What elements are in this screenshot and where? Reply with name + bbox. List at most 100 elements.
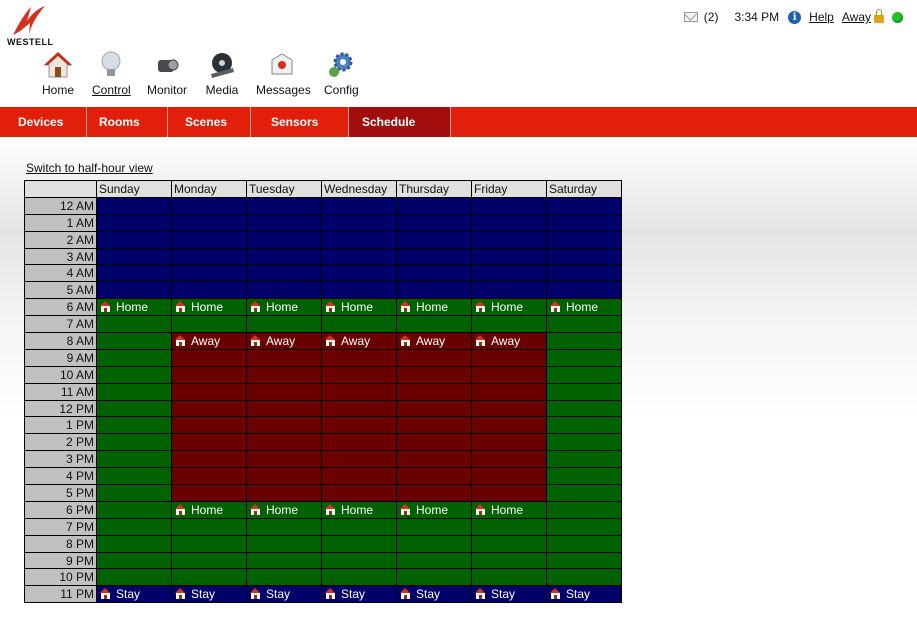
schedule-cell[interactable] bbox=[471, 467, 547, 486]
nav-config[interactable]: Config bbox=[324, 50, 359, 102]
schedule-cell[interactable] bbox=[321, 196, 397, 215]
schedule-cell[interactable] bbox=[471, 315, 547, 334]
schedule-cell[interactable] bbox=[546, 484, 622, 502]
schedule-cell[interactable]: Home bbox=[546, 298, 622, 317]
tab-devices[interactable]: Devices bbox=[0, 107, 87, 137]
tab-sensors[interactable]: Sensors bbox=[251, 107, 349, 137]
schedule-cell[interactable] bbox=[171, 534, 247, 553]
schedule-cell[interactable] bbox=[471, 382, 547, 401]
schedule-cell[interactable] bbox=[546, 213, 622, 232]
nav-home[interactable]: Home bbox=[40, 50, 76, 102]
schedule-cell[interactable] bbox=[471, 517, 547, 536]
schedule-cell[interactable] bbox=[396, 382, 472, 401]
schedule-cell[interactable] bbox=[171, 230, 247, 249]
schedule-cell[interactable] bbox=[396, 213, 472, 232]
nav-monitor[interactable]: Monitor bbox=[146, 50, 188, 102]
schedule-cell[interactable] bbox=[171, 484, 247, 502]
schedule-cell[interactable] bbox=[321, 416, 397, 435]
schedule-cell[interactable] bbox=[321, 382, 397, 401]
schedule-cell[interactable]: Stay bbox=[96, 585, 172, 604]
schedule-cell[interactable] bbox=[471, 568, 547, 587]
schedule-cell[interactable] bbox=[321, 450, 397, 469]
tab-schedule[interactable]: Schedule bbox=[349, 107, 451, 137]
schedule-cell[interactable] bbox=[546, 399, 622, 418]
schedule-cell[interactable] bbox=[396, 551, 472, 570]
tab-scenes[interactable]: Scenes bbox=[168, 107, 251, 137]
schedule-cell[interactable] bbox=[246, 365, 322, 384]
schedule-cell[interactable]: Home bbox=[471, 500, 547, 519]
schedule-cell[interactable] bbox=[321, 348, 397, 367]
schedule-cell[interactable] bbox=[396, 517, 472, 536]
schedule-cell[interactable] bbox=[546, 450, 622, 469]
schedule-cell[interactable] bbox=[96, 484, 172, 502]
schedule-cell[interactable] bbox=[96, 196, 172, 215]
schedule-cell[interactable]: Stay bbox=[246, 585, 322, 604]
help-link[interactable]: Help bbox=[809, 10, 834, 24]
schedule-cell[interactable] bbox=[321, 230, 397, 249]
schedule-cell[interactable] bbox=[171, 365, 247, 384]
westell-logo[interactable]: WESTELL bbox=[7, 5, 53, 47]
schedule-cell[interactable] bbox=[96, 281, 172, 300]
schedule-cell[interactable] bbox=[546, 196, 622, 215]
schedule-cell[interactable] bbox=[246, 517, 322, 536]
schedule-cell[interactable] bbox=[96, 517, 172, 536]
schedule-cell[interactable] bbox=[246, 247, 322, 266]
schedule-cell[interactable] bbox=[246, 281, 322, 300]
schedule-cell[interactable] bbox=[246, 433, 322, 452]
schedule-cell[interactable] bbox=[96, 433, 172, 452]
schedule-cell[interactable]: Stay bbox=[321, 585, 397, 604]
schedule-cell[interactable] bbox=[246, 264, 322, 283]
envelope-icon[interactable] bbox=[683, 12, 698, 22]
nav-media[interactable]: Media bbox=[204, 50, 240, 102]
schedule-cell[interactable] bbox=[96, 348, 172, 367]
schedule-cell[interactable]: Home bbox=[171, 500, 247, 519]
schedule-cell[interactable] bbox=[171, 433, 247, 452]
schedule-cell[interactable] bbox=[246, 534, 322, 553]
schedule-cell[interactable] bbox=[546, 433, 622, 452]
schedule-cell[interactable] bbox=[396, 281, 472, 300]
schedule-cell[interactable]: Home bbox=[321, 500, 397, 519]
schedule-cell[interactable] bbox=[171, 551, 247, 570]
schedule-cell[interactable] bbox=[96, 416, 172, 435]
schedule-cell[interactable] bbox=[471, 264, 547, 283]
schedule-cell[interactable] bbox=[96, 230, 172, 249]
schedule-cell[interactable] bbox=[246, 315, 322, 334]
schedule-cell[interactable] bbox=[546, 332, 622, 350]
schedule-cell[interactable] bbox=[546, 467, 622, 486]
schedule-cell[interactable] bbox=[396, 348, 472, 367]
schedule-cell[interactable] bbox=[396, 484, 472, 502]
schedule-cell[interactable] bbox=[471, 348, 547, 367]
schedule-cell[interactable] bbox=[321, 467, 397, 486]
schedule-cell[interactable] bbox=[96, 247, 172, 266]
schedule-cell[interactable] bbox=[396, 264, 472, 283]
schedule-cell[interactable] bbox=[321, 568, 397, 587]
schedule-cell[interactable] bbox=[96, 534, 172, 553]
schedule-cell[interactable] bbox=[471, 281, 547, 300]
schedule-cell[interactable]: Stay bbox=[471, 585, 547, 604]
schedule-cell[interactable] bbox=[546, 365, 622, 384]
schedule-cell[interactable] bbox=[396, 247, 472, 266]
schedule-cell[interactable] bbox=[396, 467, 472, 486]
schedule-cell[interactable] bbox=[171, 247, 247, 266]
schedule-cell[interactable] bbox=[171, 568, 247, 587]
schedule-cell[interactable] bbox=[96, 467, 172, 486]
schedule-cell[interactable] bbox=[246, 348, 322, 367]
schedule-cell[interactable] bbox=[396, 568, 472, 587]
mode-link[interactable]: Away bbox=[842, 10, 871, 24]
schedule-cell[interactable] bbox=[471, 230, 547, 249]
schedule-cell[interactable]: Home bbox=[396, 500, 472, 519]
schedule-cell[interactable] bbox=[246, 382, 322, 401]
schedule-cell[interactable]: Home bbox=[396, 298, 472, 317]
schedule-cell[interactable] bbox=[96, 264, 172, 283]
schedule-cell[interactable] bbox=[546, 230, 622, 249]
schedule-cell[interactable] bbox=[171, 281, 247, 300]
schedule-cell[interactable] bbox=[471, 484, 547, 502]
schedule-cell[interactable] bbox=[321, 213, 397, 232]
schedule-cell[interactable]: Stay bbox=[396, 585, 472, 604]
schedule-cell[interactable] bbox=[246, 484, 322, 502]
schedule-cell[interactable] bbox=[321, 517, 397, 536]
schedule-cell[interactable] bbox=[396, 534, 472, 553]
nav-messages[interactable]: Messages bbox=[256, 50, 311, 102]
info-icon[interactable]: i bbox=[788, 10, 802, 24]
schedule-cell[interactable] bbox=[546, 568, 622, 587]
